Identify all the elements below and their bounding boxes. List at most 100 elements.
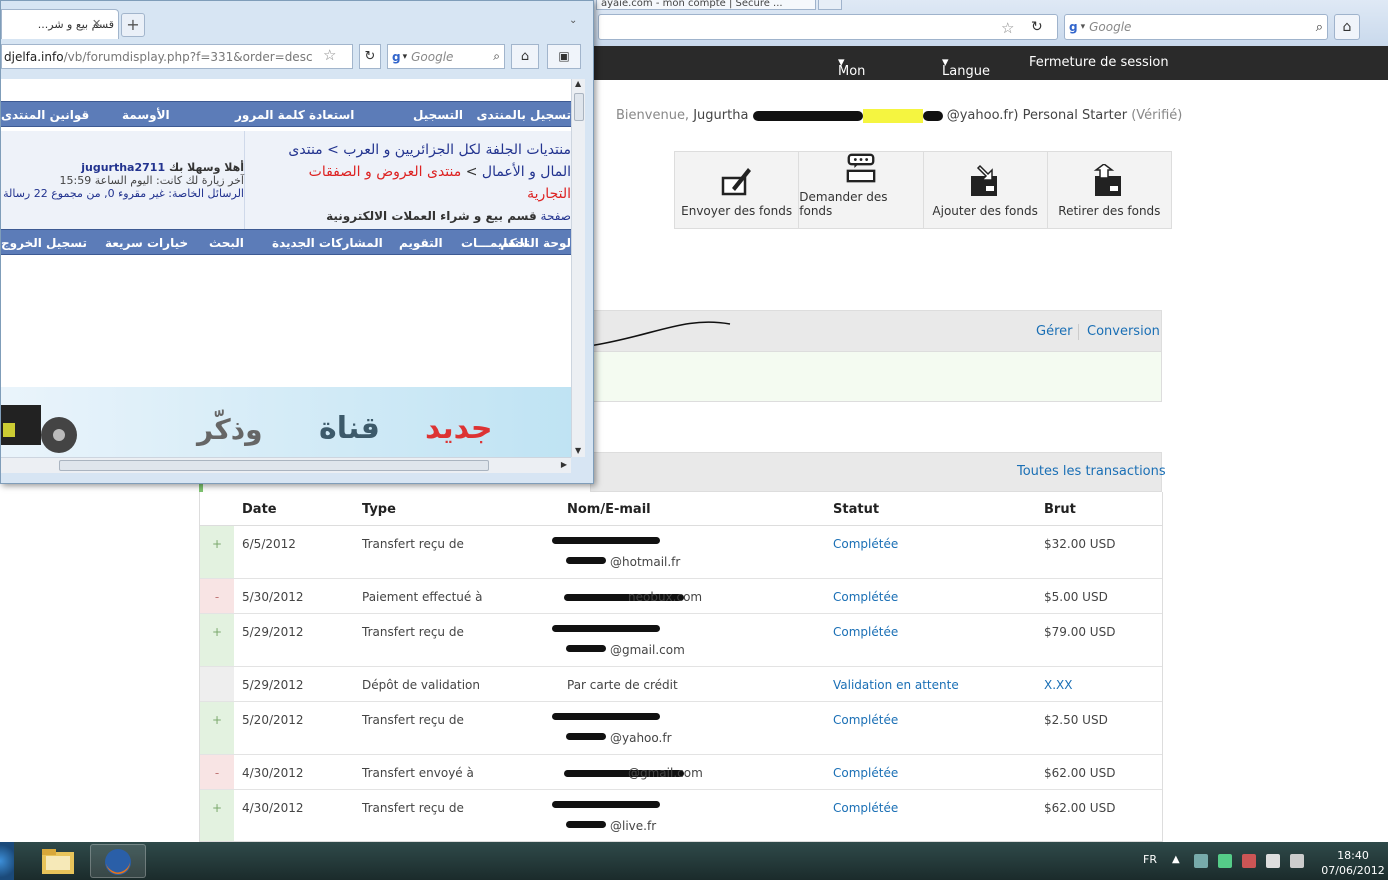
username-link[interactable]: jugurtha2711 xyxy=(81,161,165,174)
row-status[interactable]: Complétée xyxy=(833,625,898,639)
row-status[interactable]: Complétée xyxy=(833,537,898,551)
table-row[interactable]: -4/30/2012 Transfert envoyé à @gmail.com Co… xyxy=(200,755,1162,790)
col-type[interactable]: Type xyxy=(362,502,396,517)
table-row[interactable]: -5/30/2012 Paiement effectué à neobux.com C… xyxy=(200,579,1162,614)
expand-toggle[interactable]: + xyxy=(200,614,234,666)
row-status[interactable]: Complétée xyxy=(833,713,898,727)
address-bar[interactable]: ☆ ↻ xyxy=(598,14,1058,40)
network-icon[interactable] xyxy=(1266,854,1280,868)
col-gross[interactable]: Brut xyxy=(1044,502,1076,517)
close-tab-icon[interactable]: ✕ xyxy=(92,17,101,30)
nav-search[interactable]: البحث xyxy=(209,236,244,250)
row-email[interactable]: @hotmail.fr xyxy=(610,555,680,569)
all-transactions-link[interactable]: Toutes les transactions xyxy=(1017,464,1166,479)
background-browser-tab[interactable]: ayaie.com - mon compte | Sécuré ... xyxy=(596,0,816,10)
expand-toggle[interactable]: + xyxy=(200,526,234,578)
firefox-taskbar-button[interactable] xyxy=(90,844,146,878)
expand-toggle[interactable]: - xyxy=(200,755,234,789)
ad-banner[interactable]: جديد قناة وذكّر xyxy=(1,387,571,457)
breadcrumb-business[interactable]: المال و الأعمال xyxy=(482,164,571,180)
chevron-down-icon[interactable]: ▾ xyxy=(1081,22,1086,32)
nav-help[interactable]: التعليمـــات xyxy=(461,236,528,250)
table-row[interactable]: +5/29/2012 Transfert reçu de @gmail.com Com… xyxy=(200,614,1162,667)
action-center-icon[interactable] xyxy=(1242,854,1256,868)
reload-icon[interactable]: ↻ xyxy=(1031,19,1043,35)
row-status[interactable]: Complétée xyxy=(833,766,898,780)
table-row[interactable]: +4/30/2012 Transfert reçu de @live.fr Compl… xyxy=(200,790,1162,841)
col-name-email[interactable]: Nom/E-mail xyxy=(567,502,651,517)
conversion-link[interactable]: Conversion xyxy=(1087,324,1160,339)
vertical-scrollbar[interactable]: ▲ ▼ xyxy=(571,79,585,457)
request-funds-button[interactable]: Demander des fonds xyxy=(799,152,924,228)
new-tab-button[interactable] xyxy=(818,0,842,10)
nav-register[interactable]: التسجيل xyxy=(413,108,463,122)
reload-button[interactable]: ↻ xyxy=(359,44,381,69)
col-status[interactable]: Statut xyxy=(833,502,879,517)
nav-password-recovery[interactable]: استعادة كلمة المرور xyxy=(235,108,354,122)
tray-app-icon[interactable] xyxy=(1194,854,1208,868)
row-status[interactable]: Complétée xyxy=(833,801,898,815)
folder-icon[interactable] xyxy=(40,846,76,876)
nav-language[interactable]: Langue ▾ xyxy=(942,55,990,79)
tray-app-icon[interactable] xyxy=(1218,854,1232,868)
scroll-right-icon[interactable]: ▶ xyxy=(561,460,567,469)
row-status[interactable]: Validation en attente xyxy=(833,678,959,692)
home-button[interactable]: ⌂ xyxy=(511,44,539,69)
search-icon[interactable]: ⌕ xyxy=(1316,20,1323,35)
nav-quick-options[interactable]: خيارات سريعة xyxy=(105,236,188,250)
nav-logout[interactable]: Fermeture de session xyxy=(1029,55,1169,70)
row-email[interactable]: @live.fr xyxy=(610,819,656,833)
row-email[interactable]: @gmail.com xyxy=(610,643,685,657)
breadcrumb-offers[interactable]: منتدى العروض و الصفقات xyxy=(309,164,462,180)
row-email[interactable]: @gmail.com xyxy=(628,766,703,780)
forum-tab[interactable]: قسم بيع و شر... ✕ xyxy=(1,9,119,39)
row-status[interactable]: Complétée xyxy=(833,590,898,604)
expand-toggle[interactable]: - xyxy=(200,579,234,613)
expand-toggle[interactable]: + xyxy=(200,702,234,754)
search-icon[interactable]: ⌕ xyxy=(493,49,500,64)
nav-rules[interactable]: قوانين المنتدى xyxy=(1,108,89,122)
search-box[interactable]: g ▾ Google ⌕ xyxy=(1064,14,1328,40)
bookmark-star-icon[interactable]: ☆ xyxy=(323,46,336,64)
horizontal-scrollbar[interactable]: ▶ xyxy=(1,457,571,473)
send-funds-button[interactable]: Envoyer des fonds xyxy=(675,152,800,228)
table-row[interactable]: +5/20/2012 Transfert reçu de @yahoo.fr Comp… xyxy=(200,702,1162,755)
table-row[interactable]: +6/5/2012 Transfert reçu de @hotmail.fr Com… xyxy=(200,526,1162,579)
table-row[interactable]: 5/29/2012 Dépôt de validation Par carte de… xyxy=(200,667,1162,702)
col-date[interactable]: Date xyxy=(242,502,277,517)
nav-badges[interactable]: الأوسمة xyxy=(122,108,170,122)
private-messages-link[interactable]: الرسائل الخاصة: غير مقروء 0, من مجموع 22… xyxy=(1,187,244,200)
nav-logout[interactable]: تسجيل الخروج xyxy=(1,236,87,250)
scrollbar-thumb[interactable] xyxy=(59,460,489,471)
scrollbar-thumb[interactable] xyxy=(574,93,584,121)
scroll-down-icon[interactable]: ▼ xyxy=(575,446,581,455)
forum-address-bar[interactable]: djelfa.info/vb/forumdisplay.php?f=331&or… xyxy=(1,44,353,69)
nav-profile[interactable]: Mon profil ▾ xyxy=(838,55,871,94)
row-email[interactable]: @yahoo.fr xyxy=(610,731,672,745)
breadcrumb-line1[interactable]: منتديات الجلفة لكل الجزائريين و العرب > … xyxy=(251,139,571,161)
chevron-down-icon[interactable]: ▾ xyxy=(403,52,408,62)
home-button[interactable]: ⌂ xyxy=(1334,14,1360,40)
nav-register-forum[interactable]: تسجيل بالمنتدى xyxy=(477,108,571,122)
tray-expand-icon[interactable]: ▲ xyxy=(1172,854,1180,865)
volume-icon[interactable] xyxy=(1290,854,1304,868)
tab-list-icon[interactable]: ⌄ xyxy=(569,15,577,26)
add-funds-button[interactable]: Ajouter des fonds xyxy=(924,152,1048,228)
clock[interactable]: 18:40 07/06/2012 xyxy=(1318,848,1388,878)
start-button[interactable] xyxy=(0,842,14,880)
forum-search-box[interactable]: g ▾ Google ⌕ xyxy=(387,44,505,69)
bookmark-star-icon[interactable]: ☆ xyxy=(1001,19,1014,37)
nav-calendar[interactable]: التقويم xyxy=(399,236,443,250)
expand-toggle[interactable]: + xyxy=(200,790,234,841)
new-tab-button[interactable]: + xyxy=(121,13,145,37)
nav-new-posts[interactable]: المشاركات الجديدة xyxy=(272,236,383,250)
manage-link[interactable]: Gérer xyxy=(1036,324,1072,339)
expand-toggle[interactable] xyxy=(200,667,234,701)
withdraw-funds-button[interactable]: Retirer des fonds xyxy=(1048,152,1171,228)
bookmarks-button[interactable]: ▣ xyxy=(547,44,581,69)
breadcrumb-line3[interactable]: التجارية xyxy=(251,183,571,205)
row-email[interactable]: neobux.com xyxy=(628,590,702,604)
redaction-mark xyxy=(752,110,863,121)
scroll-up-icon[interactable]: ▲ xyxy=(575,79,581,88)
language-indicator[interactable]: FR xyxy=(1143,853,1157,866)
